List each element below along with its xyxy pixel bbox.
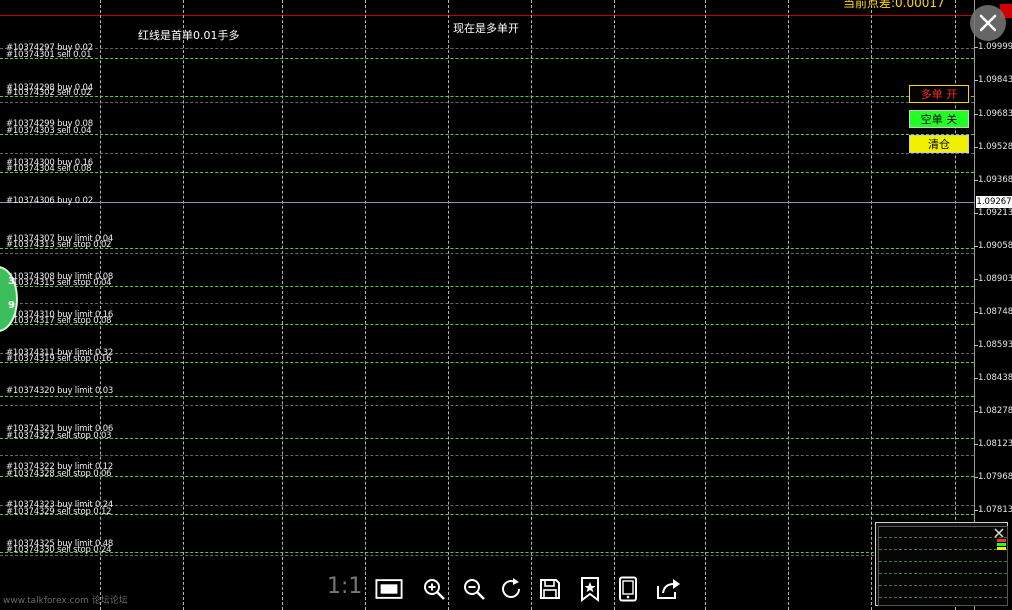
order-label: #10374315 sell stop 0.04 (6, 278, 112, 288)
order-label: #10374327 sell stop 0.03 (6, 431, 112, 441)
close-icon (994, 528, 1004, 538)
current-price-tag: 1.09267 (976, 196, 1012, 208)
price-label: 1.09528 (978, 142, 1012, 152)
price-label: 1.08278 (978, 406, 1012, 416)
order-label: #10374302 sell 0.02 (6, 88, 92, 98)
close-button[interactable] (970, 5, 1006, 41)
price-label: 1.09683 (978, 109, 1012, 119)
price-label: 1.08123 (978, 439, 1012, 449)
order-label: #10374330 sell stop 0.24 (6, 545, 112, 555)
long-open-button[interactable]: 多单 开 (909, 85, 969, 103)
price-label: 1.09213 (978, 208, 1012, 218)
order-label: #10374329 sell stop 0.12 (6, 507, 112, 517)
price-label: 1.08903 (978, 274, 1012, 284)
price-label: 1.08438 (978, 373, 1012, 383)
status-text: 现在是多单开 (453, 22, 519, 35)
price-label: 1.08593 (978, 340, 1012, 350)
rotate-button[interactable] (498, 575, 526, 603)
minimap[interactable] (875, 522, 1008, 606)
close-icon (979, 14, 997, 32)
close-all-button[interactable]: 清仓 (909, 135, 969, 153)
fit-screen-button[interactable] (375, 575, 403, 603)
red-line-note: 红线是首单0.01手多 (138, 29, 240, 42)
zoom-out-button[interactable] (460, 575, 488, 603)
order-label: #10374317 sell stop 0.08 (6, 316, 112, 326)
order-label: #10374313 sell stop 0.02 (6, 240, 112, 250)
zoom-in-icon (424, 579, 445, 600)
bookmark-icon (581, 577, 599, 602)
current-price-line (0, 202, 974, 203)
short-close-button[interactable]: 空单 关 (909, 110, 969, 128)
price-axis-border (974, 0, 975, 610)
bookmark-button[interactable] (576, 575, 604, 603)
minimap-close-button[interactable] (993, 524, 1005, 538)
side-badge-digit: 3 (8, 276, 15, 287)
price-label: 1.09843 (978, 75, 1012, 85)
zoom-in-button[interactable] (420, 575, 448, 603)
spread-indicator: 当前点差:0.00017 (843, 0, 945, 10)
minimap-chart (878, 526, 1008, 606)
price-label: 1.08748 (978, 307, 1012, 317)
save-button[interactable] (536, 575, 564, 603)
top-red-line (0, 15, 974, 16)
price-label: 1.09058 (978, 241, 1012, 251)
order-label: #10374306 buy 0.02 (6, 196, 93, 206)
order-label: #10374303 sell 0.04 (6, 126, 92, 136)
order-label: #10374320 buy limit 0.03 (6, 386, 114, 396)
price-label: 1.07813 (978, 505, 1012, 515)
ratio-label[interactable]: 1:1 (327, 574, 362, 599)
order-label: #10374301 sell 0.01 (6, 50, 92, 60)
price-label: 1.09999 (978, 42, 1012, 52)
price-label: 1.09368 (978, 175, 1012, 185)
order-label: #10374304 sell 0.08 (6, 164, 92, 174)
zoom-out-icon (464, 579, 485, 600)
share-button[interactable] (654, 575, 682, 603)
share-icon (657, 579, 680, 599)
order-label: #10374328 sell stop 0.06 (6, 469, 112, 479)
fit-screen-icon (375, 579, 403, 599)
side-badge-digit: 9 (8, 300, 15, 311)
tablet-button[interactable] (614, 575, 642, 603)
save-icon (540, 579, 560, 599)
rotate-icon (502, 578, 520, 598)
watermark: www.talkforex.com 论坛论坛 (3, 596, 128, 606)
order-label: #10374319 sell stop 0.16 (6, 354, 112, 364)
price-label: 1.07968 (978, 472, 1012, 482)
tablet-icon (619, 576, 637, 602)
